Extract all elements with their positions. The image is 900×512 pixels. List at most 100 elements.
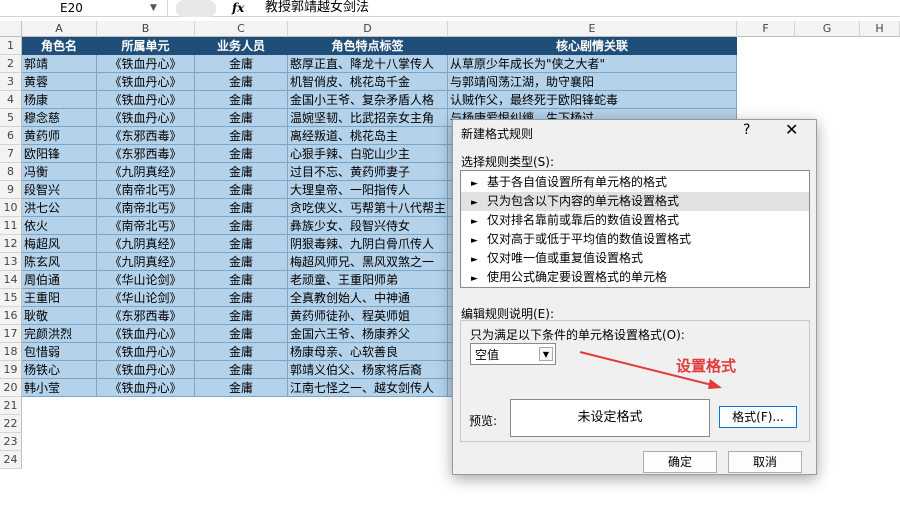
table-cell[interactable]: 欧阳锋 [22, 145, 97, 163]
column-header-b[interactable]: B [97, 21, 195, 37]
table-cell[interactable]: 离经叛道、桃花岛主 [288, 127, 448, 145]
select-all-corner[interactable] [0, 21, 22, 37]
table-cell[interactable]: 金庸 [195, 235, 288, 253]
row-header[interactable]: 17 [0, 325, 22, 343]
column-header-h[interactable]: H [860, 21, 900, 37]
row-header[interactable]: 23 [0, 433, 22, 451]
table-cell[interactable]: 金庸 [195, 73, 288, 91]
column-header-c[interactable]: C [195, 21, 288, 37]
table-cell[interactable]: 韩小莹 [22, 379, 97, 397]
table-cell[interactable]: 从草原少年成长为"侠之大者" [448, 55, 737, 73]
table-cell[interactable]: 梅超风师兄、黑风双煞之一 [288, 253, 448, 271]
row-header[interactable]: 4 [0, 91, 22, 109]
condition-select[interactable]: 空值 ▼ [470, 343, 556, 365]
table-cell[interactable]: 过目不忘、黄药师妻子 [288, 163, 448, 181]
table-cell[interactable]: 完颜洪烈 [22, 325, 97, 343]
table-cell[interactable]: 贪吃侠义、丐帮第十八代帮主 [288, 199, 448, 217]
row-header[interactable]: 2 [0, 55, 22, 73]
table-header-cell[interactable]: 业务人员 [195, 37, 288, 55]
row-header[interactable]: 22 [0, 415, 22, 433]
row-header[interactable]: 20 [0, 379, 22, 397]
rule-type-item[interactable]: ► 仅对高于或低于平均值的数值设置格式 [461, 230, 809, 249]
row-header[interactable]: 14 [0, 271, 22, 289]
rule-type-item[interactable]: ► 使用公式确定要设置格式的单元格 [461, 268, 809, 287]
column-header-e[interactable]: E [448, 21, 737, 37]
table-cell[interactable]: 阴狠毒辣、九阴白骨爪传人 [288, 235, 448, 253]
table-cell[interactable]: 郭靖 [22, 55, 97, 73]
row-header[interactable]: 7 [0, 145, 22, 163]
table-cell[interactable]: 《铁血丹心》 [97, 343, 195, 361]
table-header-cell[interactable]: 所属单元 [97, 37, 195, 55]
table-cell[interactable]: 全真教创始人、中神通 [288, 289, 448, 307]
row-header[interactable]: 9 [0, 181, 22, 199]
table-cell[interactable]: 杨康 [22, 91, 97, 109]
table-cell[interactable]: 金庸 [195, 127, 288, 145]
table-cell[interactable]: 《九阴真经》 [97, 163, 195, 181]
row-header[interactable]: 19 [0, 361, 22, 379]
table-cell[interactable]: 金国六王爷、杨康养父 [288, 325, 448, 343]
row-header[interactable]: 15 [0, 289, 22, 307]
table-cell[interactable]: 《铁血丹心》 [97, 379, 195, 397]
table-cell[interactable]: 江南七怪之一、越女剑传人 [288, 379, 448, 397]
table-cell[interactable]: 包惜弱 [22, 343, 97, 361]
table-cell[interactable]: 金庸 [195, 145, 288, 163]
table-cell[interactable]: 温婉坚韧、比武招亲女主角 [288, 109, 448, 127]
cancel-button[interactable]: 取消 [728, 451, 802, 473]
table-cell[interactable]: 憨厚正直、降龙十八掌传人 [288, 55, 448, 73]
chevron-down-icon[interactable]: ▼ [150, 0, 157, 16]
table-cell[interactable]: 金庸 [195, 217, 288, 235]
table-cell[interactable]: 金庸 [195, 361, 288, 379]
column-header-d[interactable]: D [288, 21, 448, 37]
table-cell[interactable]: 黄药师徒孙、程英师姐 [288, 307, 448, 325]
table-header-cell[interactable]: 核心剧情关联 [448, 37, 737, 55]
table-cell[interactable]: 《铁血丹心》 [97, 109, 195, 127]
rule-type-item[interactable]: ► 仅对唯一值或重复值设置格式 [461, 249, 809, 268]
row-header[interactable]: 16 [0, 307, 22, 325]
table-cell[interactable]: 耿敬 [22, 307, 97, 325]
table-cell[interactable]: 金庸 [195, 325, 288, 343]
row-header[interactable]: 10 [0, 199, 22, 217]
formula-input[interactable]: 教授郭靖越女剑法 [265, 0, 369, 16]
table-header-cell[interactable]: 角色名 [22, 37, 97, 55]
table-cell[interactable]: 《东邪西毒》 [97, 127, 195, 145]
row-header[interactable]: 5 [0, 109, 22, 127]
table-cell[interactable]: 大理皇帝、一阳指传人 [288, 181, 448, 199]
table-cell[interactable]: 《铁血丹心》 [97, 55, 195, 73]
table-header-cell[interactable]: 角色特点标签 [288, 37, 448, 55]
row-header[interactable]: 1 [0, 37, 22, 55]
table-cell[interactable]: 周伯通 [22, 271, 97, 289]
table-cell[interactable]: 金庸 [195, 289, 288, 307]
table-cell[interactable]: 金庸 [195, 55, 288, 73]
table-cell[interactable]: 金庸 [195, 253, 288, 271]
column-header-a[interactable]: A [22, 21, 97, 37]
table-cell[interactable]: 金庸 [195, 199, 288, 217]
format-button[interactable]: 格式(F)... [719, 406, 797, 428]
table-cell[interactable]: 黄蓉 [22, 73, 97, 91]
column-header-g[interactable]: G [795, 21, 860, 37]
table-cell[interactable]: 金庸 [195, 343, 288, 361]
table-cell[interactable]: 依火 [22, 217, 97, 235]
row-header[interactable]: 24 [0, 451, 22, 469]
table-cell[interactable]: 《九阴真经》 [97, 235, 195, 253]
close-icon[interactable]: ✕ [785, 120, 798, 139]
insert-function-icon[interactable]: fx [232, 0, 244, 16]
table-cell[interactable]: 穆念慈 [22, 109, 97, 127]
help-icon[interactable]: ? [743, 122, 750, 138]
row-header[interactable]: 13 [0, 253, 22, 271]
column-header-f[interactable]: F [737, 21, 795, 37]
table-cell[interactable]: 段智兴 [22, 181, 97, 199]
table-cell[interactable]: 金庸 [195, 307, 288, 325]
table-cell[interactable]: 王重阳 [22, 289, 97, 307]
table-cell[interactable]: 金庸 [195, 271, 288, 289]
chevron-down-icon[interactable]: ▼ [539, 347, 553, 361]
row-header[interactable]: 3 [0, 73, 22, 91]
row-header[interactable]: 21 [0, 397, 22, 415]
table-cell[interactable]: 《铁血丹心》 [97, 73, 195, 91]
table-cell[interactable]: 梅超风 [22, 235, 97, 253]
table-cell[interactable]: 杨铁心 [22, 361, 97, 379]
table-cell[interactable]: 金庸 [195, 379, 288, 397]
table-cell[interactable]: 金庸 [195, 91, 288, 109]
table-cell[interactable]: 机智俏皮、桃花岛千金 [288, 73, 448, 91]
table-cell[interactable]: 陈玄风 [22, 253, 97, 271]
row-header[interactable]: 18 [0, 343, 22, 361]
